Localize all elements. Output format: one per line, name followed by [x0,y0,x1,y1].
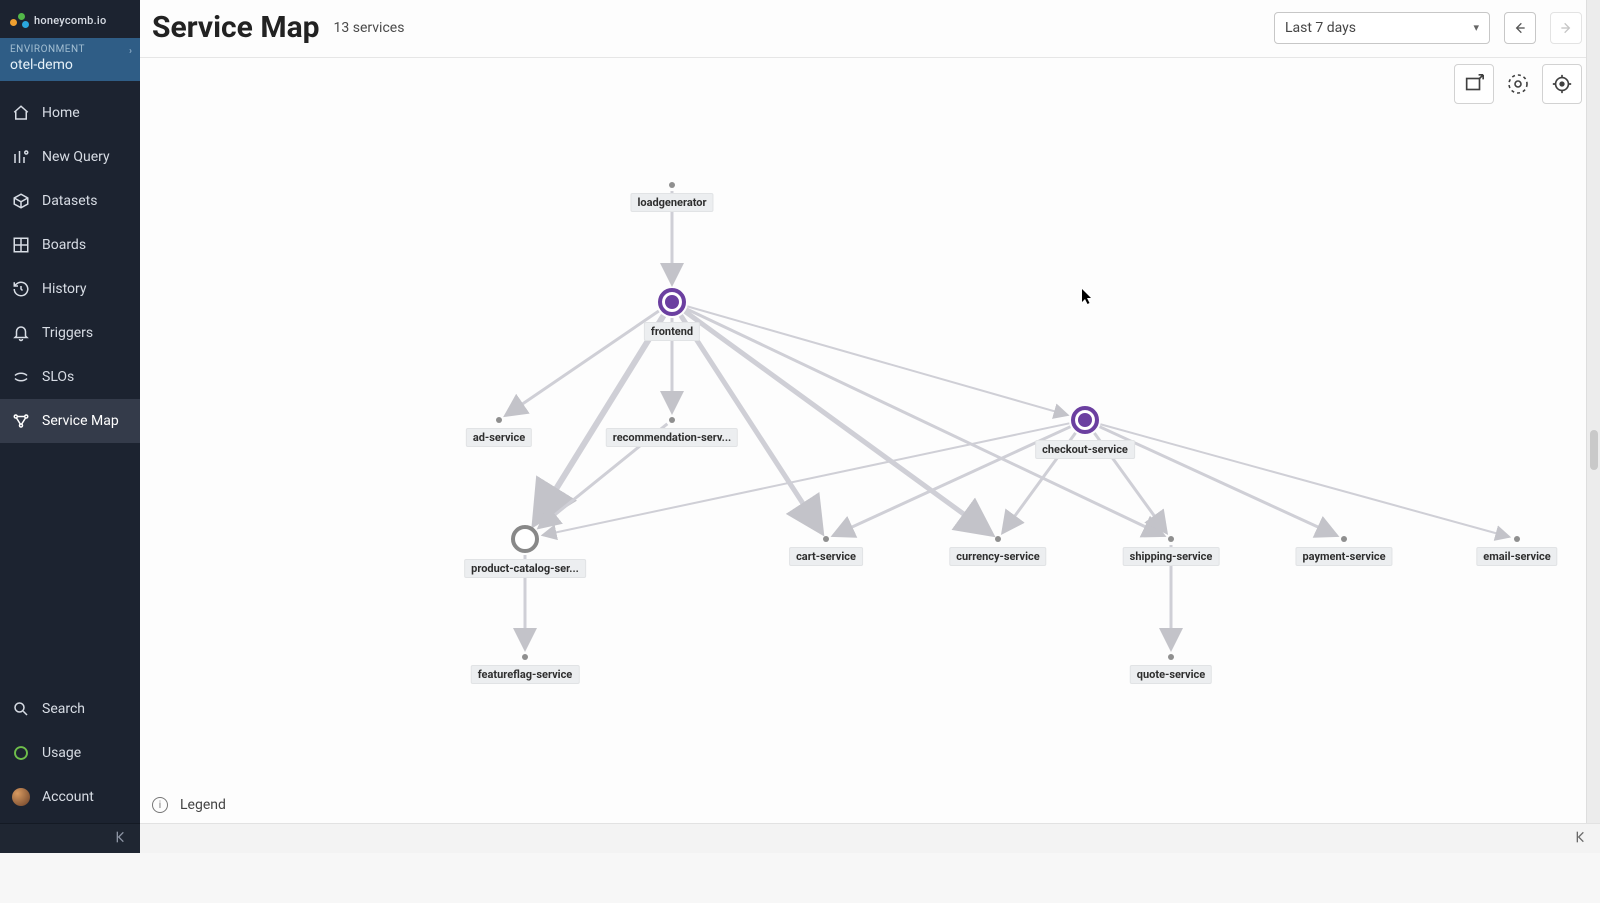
service-node-label[interactable]: ad-service [466,428,532,447]
service-node-product-catalog-service[interactable] [511,525,539,553]
service-node-label[interactable]: email-service [1476,547,1557,566]
time-range-value: Last 7 days [1285,20,1356,36]
graph-edge[interactable] [534,316,663,524]
sidebar-item-datasets[interactable]: Datasets [0,179,140,223]
sidebar-item-triggers[interactable]: Triggers [0,311,140,355]
service-node-label[interactable]: checkout-service [1035,440,1135,459]
graph-edge[interactable] [1100,427,1337,536]
history-icon [12,280,30,298]
service-node-currency-service[interactable] [995,536,1001,542]
sidebar-item-service-map[interactable]: Service Map [0,399,140,443]
service-node-label[interactable]: payment-service [1295,547,1392,566]
service-node-recommendation-service[interactable] [669,417,675,423]
environment-name: otel-demo [10,57,130,73]
environment-picker[interactable]: ENVIRONMENT otel-demo › [0,38,140,81]
service-node-ad-service[interactable] [496,417,502,423]
sidebar-item-label: New Query [42,149,128,165]
sidebar-item-label: Account [42,789,128,805]
service-map-icon [12,412,30,430]
secondary-nav: Search Usage Account [0,687,140,823]
service-node-label[interactable]: recommendation-serv... [606,428,738,447]
collapse-panel-icon[interactable] [1574,829,1590,849]
graph-edge[interactable] [685,311,992,534]
info-icon: i [152,797,168,813]
service-node-label[interactable]: loadgenerator [630,193,713,212]
service-node-loadgenerator[interactable] [669,182,675,188]
query-icon [12,148,30,166]
service-node-email-service[interactable] [1514,536,1520,542]
service-node-label[interactable]: cart-service [789,547,863,566]
graph-edge[interactable] [681,315,822,532]
sidebar-item-search[interactable]: Search [0,687,140,731]
service-count: 13 services [334,20,405,36]
vertical-scrollbar[interactable] [1586,0,1600,823]
brand-name: honeycomb.io [34,14,106,27]
collapse-sidebar-icon[interactable] [114,829,130,849]
usage-icon [12,744,30,762]
sidebar-item-label: Usage [42,745,128,761]
sidebar-item-label: Boards [42,237,128,253]
service-node-label[interactable]: frontend [644,322,700,341]
sidebar-item-label: Search [42,701,128,717]
sidebar-item-home[interactable]: Home [0,91,140,135]
sidebar-item-usage[interactable]: Usage [0,731,140,775]
topbar: Service Map 13 services Last 7 days ▾ [140,0,1600,58]
time-nav-back-button[interactable] [1504,12,1536,44]
time-range-select[interactable]: Last 7 days ▾ [1274,12,1490,44]
service-node-checkout-service[interactable] [1071,406,1099,434]
sidebar-item-label: Triggers [42,325,128,341]
primary-nav: Home New Query Datasets Boards [0,81,140,687]
sidebar-item-label: History [42,281,128,297]
service-node-shipping-service[interactable] [1168,536,1174,542]
avatar-icon [12,788,30,806]
sidebar: honeycomb.io ENVIRONMENT otel-demo › Hom… [0,0,140,823]
service-node-label[interactable]: currency-service [949,547,1046,566]
bottom-strip [0,823,1600,853]
sidebar-item-label: Datasets [42,193,128,209]
environment-label: ENVIRONMENT [10,44,130,55]
honeycomb-logo-icon [8,9,30,31]
sidebar-item-new-query[interactable]: New Query [0,135,140,179]
sidebar-item-account[interactable]: Account [0,775,140,819]
brand-logo[interactable]: honeycomb.io [0,0,140,38]
service-node-cart-service[interactable] [823,536,829,542]
service-node-label[interactable]: shipping-service [1123,547,1220,566]
service-node-frontend[interactable] [658,288,686,316]
home-icon [12,104,30,122]
chevron-right-icon: › [129,46,132,57]
boards-icon [12,236,30,254]
service-node-label[interactable]: featureflag-service [471,665,580,684]
search-icon [12,700,30,718]
service-node-featureflag-service[interactable] [522,654,528,660]
service-node-label[interactable]: product-catalog-ser... [464,559,586,578]
service-node-label[interactable]: quote-service [1130,665,1212,684]
service-node-payment-service[interactable] [1341,536,1347,542]
service-node-quote-service[interactable] [1168,654,1174,660]
graph-edges [140,58,1600,818]
legend-toggle[interactable]: i Legend [152,797,226,813]
sidebar-item-slos[interactable]: SLOs [0,355,140,399]
sidebar-item-label: Service Map [42,413,128,429]
sidebar-item-label: SLOs [42,369,128,385]
bell-icon [12,324,30,342]
sidebar-item-label: Home [42,105,128,121]
slo-icon [12,368,30,386]
sidebar-item-boards[interactable]: Boards [0,223,140,267]
time-nav-forward-button[interactable] [1550,12,1582,44]
main-collapse-strip [140,823,1600,853]
chevron-down-icon: ▾ [1473,21,1479,34]
package-icon [12,192,30,210]
service-map-canvas[interactable]: i Legend loadgenerator frontend ad-service… [140,58,1600,823]
page-title: Service Map [152,10,320,45]
legend-label: Legend [180,797,226,813]
sidebar-collapse-strip [0,823,140,853]
sidebar-item-history[interactable]: History [0,267,140,311]
main-panel: Service Map 13 services Last 7 days ▾ [140,0,1600,823]
